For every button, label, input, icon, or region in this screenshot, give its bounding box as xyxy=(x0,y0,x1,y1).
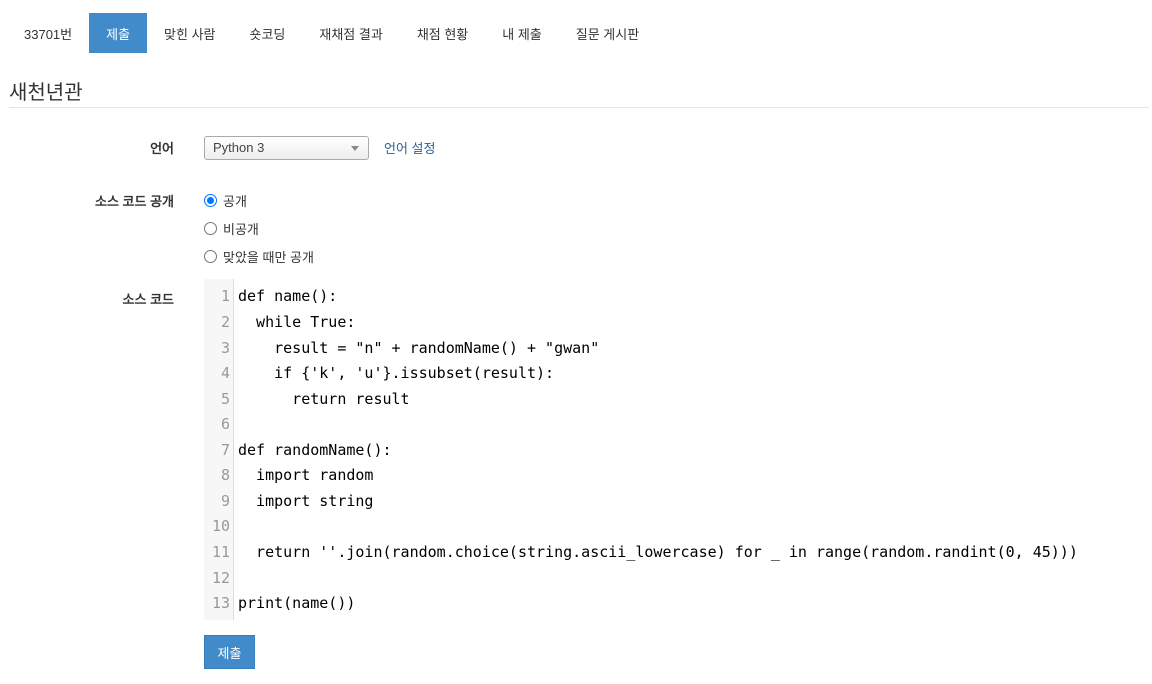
tab-problem[interactable]: 33701번 xyxy=(0,13,89,53)
code-line: 4 if {'k', 'u'}.issubset(result): xyxy=(204,360,554,386)
code-line: 8 import random xyxy=(204,462,374,488)
code-editor[interactable]: 1 def name(): 2 while True: 3 result = "n… xyxy=(204,279,1134,620)
line-number: 6 xyxy=(220,415,230,433)
line-number: 12 xyxy=(211,569,230,587)
code-text: if {'k', 'u'}.issubset(result): xyxy=(238,364,555,382)
tab-rejudge-results[interactable]: 재채점 결과 xyxy=(302,13,399,53)
visibility-option-label: 비공개 xyxy=(223,222,259,237)
code-text: print(name()) xyxy=(238,594,356,612)
code-text: return ''.join(random.choice(string.asci… xyxy=(238,543,1078,561)
code-line: 1 def name(): xyxy=(204,283,337,309)
page-title: 새천년관 xyxy=(9,82,83,104)
visibility-option-private[interactable]: 비공개 xyxy=(204,219,259,238)
code-line: 13 print(name()) xyxy=(204,590,355,616)
line-number: 2 xyxy=(220,313,230,331)
radio-private[interactable] xyxy=(204,222,217,235)
code-line: 12 xyxy=(204,565,230,591)
tab-short-coding[interactable]: 숏코딩 xyxy=(233,13,303,53)
line-number: 1 xyxy=(220,287,230,305)
language-settings-link[interactable]: 언어 설정 xyxy=(384,138,435,157)
language-label: 언어 xyxy=(150,141,174,156)
code-text: import random xyxy=(238,466,374,484)
tab-my-submissions[interactable]: 내 제출 xyxy=(485,13,559,53)
code-text: return result xyxy=(238,390,410,408)
tab-qna-board[interactable]: 질문 게시판 xyxy=(559,13,656,53)
title-divider xyxy=(9,107,1149,108)
visibility-option-public[interactable]: 공개 xyxy=(204,191,247,210)
tab-submit[interactable]: 제출 xyxy=(89,13,148,53)
line-number: 7 xyxy=(220,441,230,459)
radio-public[interactable] xyxy=(204,194,217,207)
submit-button[interactable]: 제출 xyxy=(204,635,255,669)
visibility-option-label: 공개 xyxy=(223,194,247,209)
code-text: def name(): xyxy=(238,287,338,305)
line-number: 5 xyxy=(220,390,230,408)
line-number: 11 xyxy=(211,543,230,561)
tab-judge-status[interactable]: 채점 현황 xyxy=(400,13,485,53)
language-select-value: Python 3 xyxy=(213,140,265,155)
line-number: 3 xyxy=(220,339,230,357)
source-code-label: 소스 코드 xyxy=(122,292,174,307)
line-number: 10 xyxy=(211,517,230,535)
language-select[interactable]: Python 3 xyxy=(204,136,369,160)
line-number: 13 xyxy=(211,594,230,612)
radio-accepted-only[interactable] xyxy=(204,250,217,263)
problem-tabs: 33701번 제출 맞힌 사람 숏코딩 재채점 결과 채점 현황 내 제출 질문… xyxy=(0,13,656,53)
line-number: 9 xyxy=(220,492,230,510)
code-line: 10 xyxy=(204,513,230,539)
visibility-option-accepted-only[interactable]: 맞았을 때만 공개 xyxy=(204,247,314,266)
code-text: result = "n" + randomName() + "gwan" xyxy=(238,339,600,357)
visibility-option-label: 맞았을 때만 공개 xyxy=(223,250,314,265)
code-line: 2 while True: xyxy=(204,309,355,335)
code-text: while True: xyxy=(238,313,356,331)
code-line: 5 return result xyxy=(204,386,410,412)
code-line: 6 xyxy=(204,411,230,437)
code-line: 3 result = "n" + randomName() + "gwan" xyxy=(204,335,599,361)
line-number: 4 xyxy=(220,364,230,382)
code-text: import string xyxy=(238,492,374,510)
chevron-down-icon xyxy=(351,146,359,151)
visibility-label: 소스 코드 공개 xyxy=(95,194,174,209)
code-line: 11 return ''.join(random.choice(string.a… xyxy=(204,539,1078,565)
code-line: 9 import string xyxy=(204,488,374,514)
code-line: 7 def randomName(): xyxy=(204,437,392,463)
code-text: def randomName(): xyxy=(238,441,392,459)
line-number: 8 xyxy=(220,466,230,484)
tab-solved-users[interactable]: 맞힌 사람 xyxy=(147,13,232,53)
